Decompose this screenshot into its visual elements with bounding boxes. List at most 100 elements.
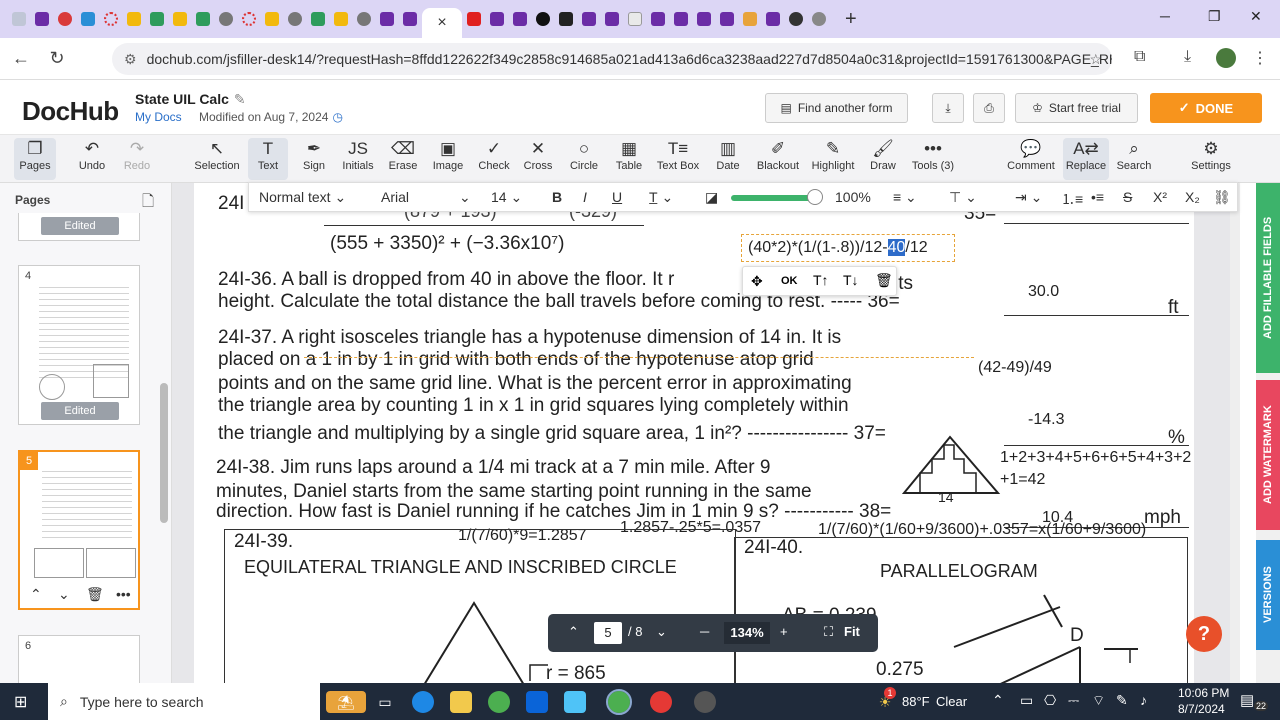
browser-tab[interactable] <box>785 8 807 30</box>
fit-icon[interactable]: ⛶ <box>824 624 833 640</box>
increase-size-icon[interactable]: T↑ <box>813 272 829 288</box>
chrome-active-icon[interactable] <box>606 689 632 715</box>
date-tool[interactable]: ▥ Date <box>710 138 746 180</box>
browser-tab[interactable] <box>509 8 531 30</box>
page-more-icon[interactable]: ••• <box>116 586 131 602</box>
browser-tab[interactable] <box>31 8 53 30</box>
add-watermark-tab[interactable]: ADD WATERMARK <box>1256 380 1280 530</box>
browser-tab[interactable] <box>123 8 145 30</box>
edge-icon[interactable] <box>412 691 434 713</box>
indent-icon[interactable]: ⇥ ⌄ <box>1015 189 1042 206</box>
back-icon[interactable]: ← <box>4 48 38 69</box>
my-docs-link[interactable]: My Docs <box>135 110 182 124</box>
textbox-tool[interactable]: T≡ Text Box <box>654 138 702 180</box>
done-button[interactable]: ✓ DONE <box>1150 93 1262 123</box>
fit-button[interactable]: Fit <box>844 624 860 639</box>
site-info-icon[interactable]: ⚙ <box>124 51 137 68</box>
settings-tool[interactable]: ⚙ Settings <box>1188 138 1234 180</box>
browser-tab[interactable] <box>555 8 577 30</box>
sidebar-scrollbar[interactable] <box>160 383 168 523</box>
browser-tab[interactable] <box>8 8 30 30</box>
clock-date[interactable]: 8/7/2024 <box>1178 702 1225 716</box>
chrome-icon[interactable] <box>488 691 510 713</box>
speaker-icon[interactable]: ♪ <box>1140 692 1147 708</box>
wifi-icon[interactable]: ⌔ <box>1092 692 1105 710</box>
edit-title-icon[interactable]: ✎ <box>234 91 246 107</box>
link-icon[interactable]: ⛓ <box>1213 189 1231 206</box>
browser-tab[interactable] <box>486 8 508 30</box>
text-tool[interactable]: T Text <box>248 138 288 180</box>
reload-icon[interactable]: ↻ <box>40 48 74 69</box>
browser-tab[interactable] <box>624 8 646 30</box>
redo-button[interactable]: ↷ Redo <box>118 138 156 180</box>
opacity-icon[interactable]: ◪ <box>705 189 718 206</box>
browser-tab[interactable] <box>261 8 283 30</box>
file-explorer-icon[interactable] <box>450 691 472 713</box>
erase-tool[interactable]: ⌫ Erase <box>384 138 422 180</box>
superscript-icon[interactable]: X² <box>1153 189 1167 205</box>
browser-tab[interactable] <box>463 8 485 30</box>
browser-tab[interactable] <box>647 8 669 30</box>
ok-button[interactable]: OK <box>781 275 798 287</box>
browser-tab[interactable] <box>54 8 76 30</box>
versions-tab[interactable]: VERSIONS <box>1256 540 1280 650</box>
zoom-out-icon[interactable]: ─ <box>700 624 709 639</box>
browser-tab[interactable] <box>215 8 237 30</box>
browser-tab[interactable] <box>307 8 329 30</box>
browser-tab[interactable] <box>739 8 761 30</box>
q37-sum1[interactable]: 1+2+3+4+5+6+6+5+4+3+2 <box>1000 449 1191 467</box>
undo-button[interactable]: ↶ Undo <box>72 138 112 180</box>
italic-icon[interactable]: I <box>583 189 587 205</box>
tray-chevron-icon[interactable]: ⌃ <box>992 692 1004 709</box>
browser-tab[interactable] <box>670 8 692 30</box>
browser-tab[interactable] <box>376 8 398 30</box>
download-button[interactable]: ⤓ <box>932 93 964 123</box>
q37-work[interactable]: (42-49)/49 <box>978 359 1052 377</box>
image-tool[interactable]: ▣ Image <box>428 138 468 180</box>
browser-tab[interactable] <box>762 8 784 30</box>
cross-tool[interactable]: ✕ Cross <box>518 138 558 180</box>
browser-tab[interactable] <box>353 8 375 30</box>
edit-box-text[interactable]: (40*2)*(1/(1-.8))/12-40/12 <box>748 239 928 257</box>
browser-tab[interactable] <box>100 8 122 30</box>
q36-answer[interactable]: 30.0 <box>1028 283 1059 301</box>
taskbar-beach-icon[interactable]: ⛱ <box>326 691 366 713</box>
subscript-icon[interactable]: X₂ <box>1185 189 1200 205</box>
page-thumbnail[interactable]: 6 <box>18 635 140 683</box>
url-field[interactable]: ⚙ dochub.com/jsfiller-desk14/?requestHas… <box>112 43 1112 75</box>
dochub-logo[interactable]: DocHub <box>22 96 119 127</box>
move-icon[interactable]: ✥ <box>751 273 763 290</box>
browser-tab[interactable] <box>192 8 214 30</box>
font-size-select[interactable]: 14 ⌄ <box>491 189 522 206</box>
download-icon[interactable]: ⤓ <box>1184 48 1191 66</box>
search-tool[interactable]: ⌕ Search <box>1114 138 1154 180</box>
browser-menu-icon[interactable]: ⋮ <box>1252 48 1268 68</box>
bullet-list-icon[interactable]: •≡ <box>1091 189 1104 205</box>
minimize-button[interactable]: ─ <box>1160 8 1170 24</box>
check-tool[interactable]: ✓ Check <box>474 138 514 180</box>
page-settings-icon[interactable]: 🗋 <box>142 191 154 216</box>
page-thumbnail[interactable]: 4 Edited <box>18 265 140 425</box>
find-another-form-button[interactable]: ▤ Find another form <box>765 93 908 123</box>
q37-answer[interactable]: -14.3 <box>1028 411 1064 429</box>
vertical-align-icon[interactable]: ⊤ ⌄ <box>949 189 977 206</box>
replace-tool[interactable]: A⇄ Replace <box>1063 138 1109 180</box>
bold-icon[interactable]: B <box>552 189 562 205</box>
underline-icon[interactable]: U <box>612 189 622 205</box>
delete-page-icon[interactable]: 🗑 <box>86 586 104 603</box>
page-thumbnail[interactable]: Edited <box>18 213 140 241</box>
outlook-icon[interactable] <box>526 691 548 713</box>
opacity-slider-handle[interactable] <box>807 189 823 205</box>
profile-avatar[interactable] <box>1216 48 1236 68</box>
pen-tray-icon[interactable]: ✎ <box>1116 692 1128 709</box>
browser-tab[interactable] <box>601 8 623 30</box>
clock-time[interactable]: 10:06 PM <box>1178 686 1229 700</box>
document-title[interactable]: State UIL Calc ✎ <box>135 91 246 108</box>
prev-page-icon[interactable]: ⌃ <box>568 624 579 640</box>
task-view-icon[interactable]: ▭ <box>374 691 396 713</box>
move-up-icon[interactable]: ⌃ <box>30 586 42 603</box>
page-number-input[interactable]: 5 <box>594 622 622 644</box>
new-tab-button[interactable]: + <box>845 8 857 31</box>
zoom-level[interactable]: 134% <box>724 622 770 644</box>
print-button[interactable]: ⎙ <box>973 93 1005 123</box>
